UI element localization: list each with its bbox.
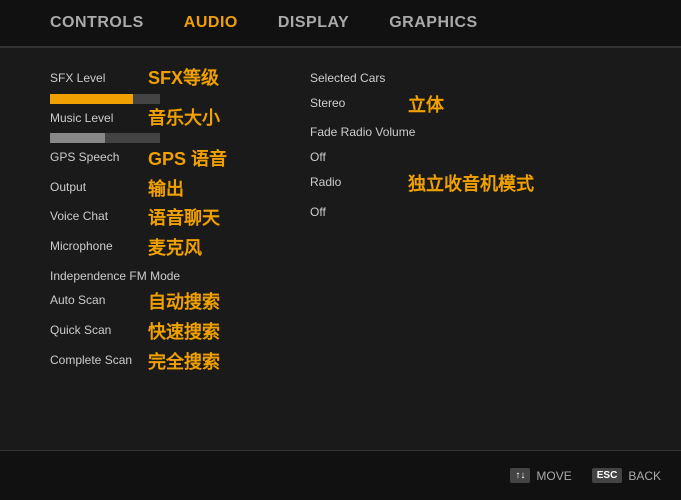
off2-row: Off [310,202,534,223]
back-hint: ESC BACK [592,468,661,483]
radio-row: Radio 独立收音机模式 [310,172,534,198]
left-column: SFX Level SFX等级 Music Level 音乐大小 GPS Spe… [50,68,250,430]
sfx-progress-fill [50,94,133,104]
sfx-level-row: SFX Level SFX等级 [50,68,250,104]
music-level-row: Music Level 音乐大小 [50,108,250,144]
independence-fm-label: Independence FM Mode [50,268,180,285]
sfx-label: SFX Level [50,70,140,87]
selected-cars-label: Selected Cars [310,70,385,87]
nav-controls[interactable]: Controls [50,14,144,32]
bottom-bar: ↑↓ MOVE ESC BACK [0,450,681,500]
completescan-label: Complete Scan [50,352,140,369]
sfx-label-cn: SFX等级 [148,68,219,90]
off1-row: Off [310,147,534,168]
autoscan-label: Auto Scan [50,292,140,309]
radio-label-cn: 独立收音机模式 [408,174,534,196]
gps-speech-row: GPS Speech GPS 语音 [50,147,250,173]
off2-label: Off [310,204,326,221]
gps-label: GPS Speech [50,149,140,166]
output-label-cn: 输出 [148,179,184,201]
output-row: Output 输出 [50,177,250,203]
completescan-row: Complete Scan 完全搜索 [50,350,250,376]
music-label-cn: 音乐大小 [148,108,220,130]
selected-cars-row: Selected Cars [310,68,534,89]
microphone-label: Microphone [50,238,140,255]
autoscan-row: Auto Scan 自动搜索 [50,290,250,316]
move-hint: ↑↓ MOVE [510,468,571,483]
main-content: SFX Level SFX等级 Music Level 音乐大小 GPS Spe… [0,48,681,450]
voicechat-row: Voice Chat 语音聊天 [50,206,250,232]
sfx-progress-bar[interactable] [50,94,160,104]
stereo-label: Stereo [310,95,400,112]
microphone-row: Microphone 麦克风 [50,236,250,262]
voicechat-label-cn: 语音聊天 [148,208,220,230]
move-label: MOVE [536,469,571,483]
quickscan-label-cn: 快速搜索 [148,322,220,344]
music-progress-bar[interactable] [50,133,160,143]
nav-graphics[interactable]: Graphics [389,14,477,32]
back-key: ESC [592,468,623,483]
quickscan-label: Quick Scan [50,322,140,339]
fade-radio-label: Fade Radio Volume [310,124,415,141]
music-progress-fill [50,133,105,143]
independence-fm-row: Independence FM Mode [50,266,250,287]
output-label: Output [50,179,140,196]
stereo-row: Stereo 立体 [310,93,534,119]
music-label: Music Level [50,110,140,127]
gps-label-cn: GPS 语音 [148,149,227,171]
autoscan-label-cn: 自动搜索 [148,292,220,314]
off1-label: Off [310,149,326,166]
quickscan-row: Quick Scan 快速搜索 [50,320,250,346]
move-keys: ↑↓ [510,468,530,483]
nav-bar: Controls Audio Display Graphics [0,0,681,48]
voicechat-label: Voice Chat [50,208,140,225]
completescan-label-cn: 完全搜索 [148,352,220,374]
fade-radio-row: Fade Radio Volume [310,122,534,143]
back-label: BACK [628,469,661,483]
nav-display[interactable]: Display [278,14,349,32]
radio-label: Radio [310,174,400,191]
nav-audio[interactable]: Audio [184,14,238,32]
microphone-label-cn: 麦克风 [148,238,202,260]
right-column: Selected Cars Stereo 立体 Fade Radio Volum… [310,68,534,430]
stereo-label-cn: 立体 [408,95,444,117]
